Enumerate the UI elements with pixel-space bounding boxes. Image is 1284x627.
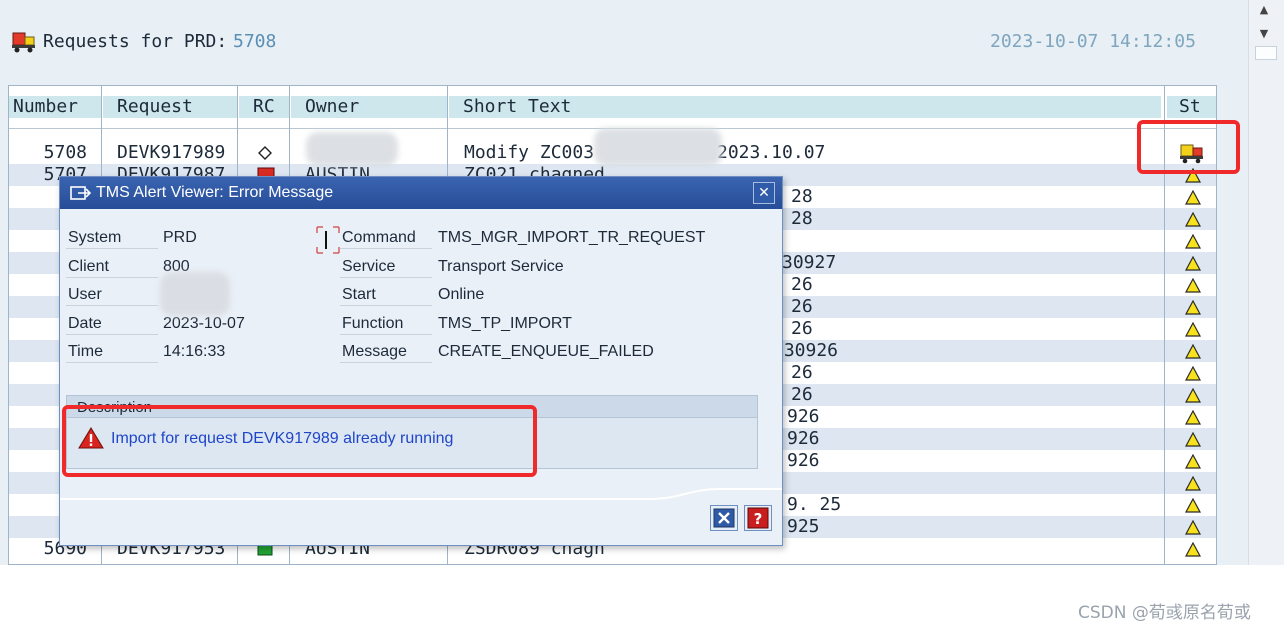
- warning-icon: [1184, 189, 1202, 209]
- cell-short-text: 9. 25: [787, 494, 842, 515]
- cell-short-text: 230926: [773, 340, 839, 361]
- cell-short-text: 26: [791, 362, 813, 383]
- warning-icon: [1184, 299, 1202, 319]
- field-label-client: Client: [66, 256, 158, 278]
- timestamp: 2023-10-07 14:12:05: [990, 31, 1196, 52]
- field-label-date: Date: [66, 313, 158, 335]
- field-value-date: 2023-10-07: [163, 315, 245, 332]
- column-header-request[interactable]: Request: [103, 96, 237, 118]
- cell-short-text: 28: [791, 208, 813, 229]
- watermark: CSDN @荀彧原名荀或: [1078, 603, 1251, 623]
- dialog-title: TMS Alert Viewer: Error Message: [96, 184, 334, 201]
- field-value-system: PRD: [163, 229, 197, 246]
- column-header-st[interactable]: St: [1167, 96, 1216, 118]
- request-number: 5708: [233, 31, 277, 52]
- error-dialog: TMS Alert Viewer: Error Message ✕ System…: [59, 176, 783, 546]
- field-label-system: System: [66, 227, 158, 249]
- scroll-up-icon[interactable]: ▲: [1255, 2, 1273, 18]
- warning-icon: [1184, 277, 1202, 297]
- cancel-icon: [713, 508, 735, 528]
- close-button[interactable]: ✕: [753, 182, 775, 204]
- warning-icon: [1184, 233, 1202, 253]
- highlight-box-message: [62, 405, 537, 477]
- cell-short-text: 26: [791, 318, 813, 339]
- cell-short-text: 925: [787, 516, 820, 537]
- warning-icon: [1184, 475, 1202, 495]
- field-label-message: Message: [340, 341, 432, 363]
- text-cursor-icon: [316, 226, 340, 254]
- warning-icon: [1184, 211, 1202, 231]
- sap-screen: Requests for PRD: 5708 2023-10-07 14:12:…: [0, 0, 1248, 565]
- help-icon: ?: [747, 507, 769, 529]
- field-label-service: Service: [340, 256, 432, 278]
- warning-icon: [1184, 431, 1202, 451]
- dialog-divider: [60, 488, 782, 500]
- warning-icon: [1184, 365, 1202, 385]
- field-value-service: Transport Service: [438, 258, 564, 275]
- field-value-function: TMS_TP_IMPORT: [438, 315, 572, 332]
- field-value-start: Online: [438, 286, 485, 303]
- warning-icon: [1184, 409, 1202, 429]
- diamond-icon: [257, 145, 273, 165]
- cell-short-text: 28: [791, 186, 813, 207]
- warning-icon: [1184, 321, 1202, 341]
- highlight-box-status: [1137, 120, 1240, 174]
- field-value-message: CREATE_ENQUEUE_FAILED: [438, 343, 654, 360]
- cell-number: 5708: [43, 142, 87, 163]
- field-value-time: 14:16:33: [163, 343, 226, 360]
- cell-short-text: 26: [791, 296, 813, 317]
- cancel-button[interactable]: [710, 505, 738, 531]
- warning-icon: [1184, 343, 1202, 363]
- cell-request: DEVK917989: [117, 142, 226, 163]
- cell-short-text: 926: [787, 406, 820, 427]
- column-header-rc[interactable]: RC: [239, 96, 289, 118]
- redacted-user: [160, 272, 230, 316]
- dialog-titlebar[interactable]: TMS Alert Viewer: Error Message ✕: [60, 177, 782, 209]
- field-label-function: Function: [340, 313, 432, 335]
- warning-icon: [1184, 497, 1202, 517]
- cell-short-text: Modify ZC003: [464, 142, 595, 163]
- field-label-command: Command: [340, 227, 432, 249]
- redacted-text: [594, 128, 722, 166]
- field-label-user: User: [66, 284, 158, 306]
- cell-short-text: 926: [787, 450, 820, 471]
- svg-text:?: ?: [754, 510, 763, 528]
- window-icon: [70, 186, 92, 200]
- cell-short-text: 26: [791, 274, 813, 295]
- vertical-scrollbar[interactable]: ▲ ▼: [1248, 0, 1284, 565]
- column-header-short-text[interactable]: Short Text: [449, 96, 1161, 118]
- cell-short-text-tail: 2023.10.07: [717, 142, 826, 163]
- field-label-time: Time: [66, 341, 158, 363]
- page-title: Requests for PRD:: [43, 31, 228, 52]
- warning-icon: [1184, 541, 1202, 561]
- cell-short-text: 26: [791, 384, 813, 405]
- warning-icon: [1184, 387, 1202, 407]
- field-value-command: TMS_MGR_IMPORT_TR_REQUEST: [438, 229, 706, 246]
- warning-icon: [1184, 519, 1202, 539]
- column-header-number[interactable]: Number: [9, 96, 101, 118]
- warning-icon: [1184, 255, 1202, 275]
- cell-short-text: 926: [787, 428, 820, 449]
- scroll-thumb[interactable]: [1255, 46, 1277, 60]
- field-label-start: Start: [340, 284, 432, 306]
- help-button[interactable]: ?: [744, 505, 772, 531]
- column-header-owner[interactable]: Owner: [291, 96, 447, 118]
- scroll-down-icon[interactable]: ▼: [1255, 26, 1273, 42]
- truck-icon: [12, 32, 35, 53]
- redacted-owner: [306, 132, 398, 166]
- warning-icon: [1184, 453, 1202, 473]
- cell-short-text: 30927: [782, 252, 837, 273]
